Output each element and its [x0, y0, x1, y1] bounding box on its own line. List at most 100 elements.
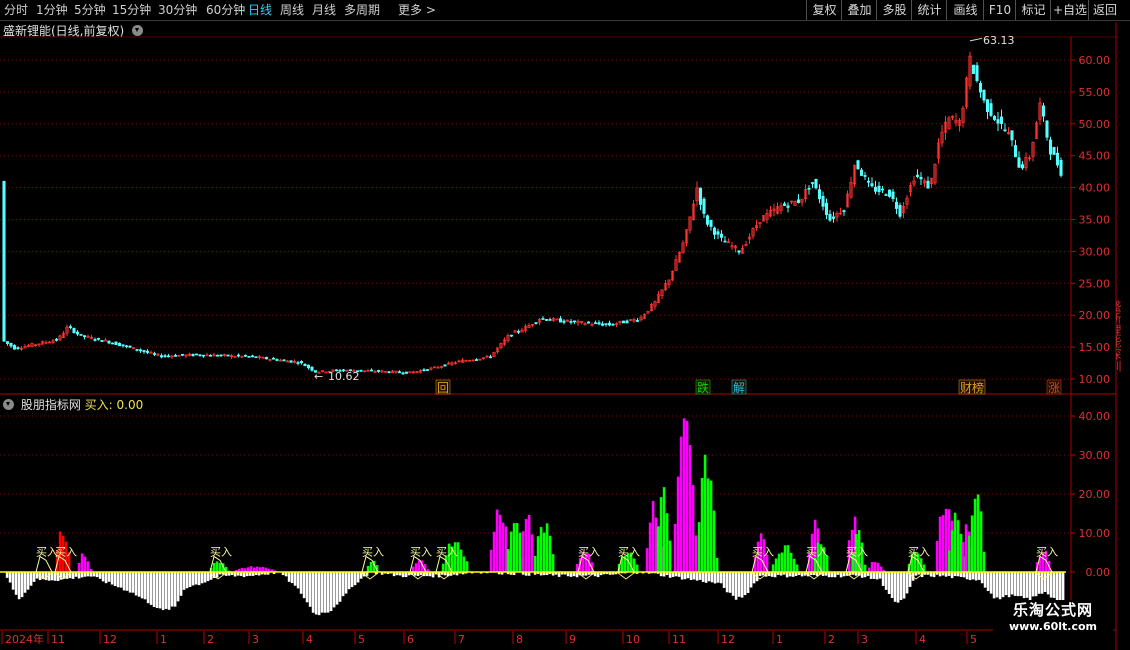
candle-body	[824, 202, 829, 215]
right-strip-text: 盛新锂能深圳	[1116, 300, 1122, 372]
ind-neg-bar	[1052, 572, 1056, 598]
ind-pos-bar	[715, 557, 719, 572]
ind-neg-bar	[329, 572, 333, 612]
candle-body	[1048, 139, 1053, 155]
candle-body	[128, 345, 132, 348]
date-label: 5	[358, 633, 365, 646]
ind-neg-bar	[980, 572, 984, 584]
ind-neg-bar	[896, 572, 900, 603]
buy-signal-label: 买入	[55, 545, 77, 558]
candle-body	[635, 320, 640, 322]
ind-pos-bar	[645, 548, 649, 572]
buy-signal-label: 买入	[806, 545, 828, 558]
ind-neg-bar	[749, 572, 753, 588]
candle-body	[698, 187, 703, 205]
candle-body	[2, 180, 6, 342]
ind-neg-bar	[872, 572, 876, 579]
ind-pos-bar	[465, 561, 469, 572]
ind-pos-bar	[536, 536, 540, 572]
ind-neg-bar	[107, 572, 111, 582]
buy-signal-label: 买入	[908, 545, 930, 558]
ind-pos-bar	[673, 523, 677, 572]
ind-pos-bar	[676, 476, 680, 572]
candle-body	[152, 353, 157, 355]
price-tick-label: 35.00	[1079, 214, 1111, 227]
candle-body	[138, 349, 143, 352]
ind-neg-bar	[1010, 572, 1014, 595]
ind-neg-bar	[869, 572, 873, 579]
ind-neg-bar	[188, 572, 192, 587]
ind-neg-bar	[101, 572, 105, 582]
candle-body	[16, 347, 20, 350]
candle-body	[999, 116, 1004, 124]
date-label: 5	[970, 633, 977, 646]
ind-pos-bar	[668, 540, 672, 572]
ind-pos-bar	[941, 515, 945, 572]
candle-body	[1013, 145, 1018, 158]
ind-pos-bar	[947, 550, 951, 572]
ind-neg-bar	[977, 572, 981, 580]
ind-neg-bar	[179, 572, 183, 596]
ind-neg-bar	[860, 572, 864, 578]
ind-neg-bar	[203, 572, 207, 583]
ind-pos-bar	[417, 560, 421, 572]
candle-body	[716, 231, 720, 235]
candle-body	[422, 369, 426, 372]
ind-neg-bar	[182, 572, 186, 590]
ind-neg-bar	[878, 572, 882, 579]
date-label: 2	[207, 633, 214, 646]
candle-body	[569, 321, 573, 323]
ind-neg-bar	[404, 572, 408, 578]
ind-pos-bar	[792, 558, 796, 572]
candle-body	[548, 319, 552, 321]
candle-body	[54, 338, 59, 341]
ind-neg-bar	[1004, 572, 1008, 596]
candle-body	[205, 354, 209, 357]
ind-neg-bar	[890, 572, 894, 598]
ind-neg-bar	[1049, 572, 1053, 598]
candle-body	[541, 318, 545, 320]
ind-neg-bar	[827, 572, 831, 578]
candle-body	[369, 369, 374, 372]
candle-body	[1010, 130, 1014, 141]
candle-body	[236, 354, 241, 357]
ind-neg-bar	[215, 572, 219, 578]
ind-pos-bar	[967, 535, 971, 572]
candle-body	[880, 188, 885, 191]
ind-pos-bar	[876, 562, 880, 572]
candle-body	[306, 364, 311, 369]
ind-pos-bar	[944, 508, 948, 572]
candle-body	[856, 160, 860, 170]
candle-body	[107, 340, 111, 344]
ind-neg-bar	[950, 572, 954, 579]
chart-area[interactable]: 60.0055.0050.0045.0040.0035.0030.0025.00…	[0, 0, 1130, 650]
candle-body	[1052, 147, 1056, 155]
candle-body	[558, 318, 563, 323]
candle-body	[233, 356, 237, 358]
ind-neg-bar	[314, 572, 318, 615]
ind-pos-bar	[659, 497, 663, 572]
ind-neg-bar	[8, 572, 12, 583]
ind-neg-bar	[974, 572, 978, 581]
ind-neg-bar	[575, 572, 579, 578]
ind-pos-bar	[527, 514, 531, 572]
ind-pos-bar	[774, 558, 778, 572]
ind-pos-bar	[369, 561, 373, 572]
ind-neg-bar	[719, 572, 723, 584]
ind-pos-bar	[703, 454, 707, 572]
candle-body	[705, 215, 710, 225]
ind-neg-bar	[968, 572, 972, 581]
candle-body	[828, 213, 832, 221]
candle-body	[191, 353, 195, 357]
ind-neg-bar	[989, 572, 993, 594]
ind-pos-bar	[783, 545, 787, 572]
candle-body	[219, 354, 223, 357]
price-tick-label: 25.00	[1079, 277, 1111, 290]
event-tag: 跌	[697, 380, 709, 395]
candle-body	[124, 345, 129, 348]
candle-body	[712, 227, 717, 235]
ind-neg-bar	[902, 572, 906, 599]
ind-pos-bar	[777, 553, 781, 572]
ind-neg-bar	[728, 572, 732, 593]
candle-body	[831, 216, 836, 219]
